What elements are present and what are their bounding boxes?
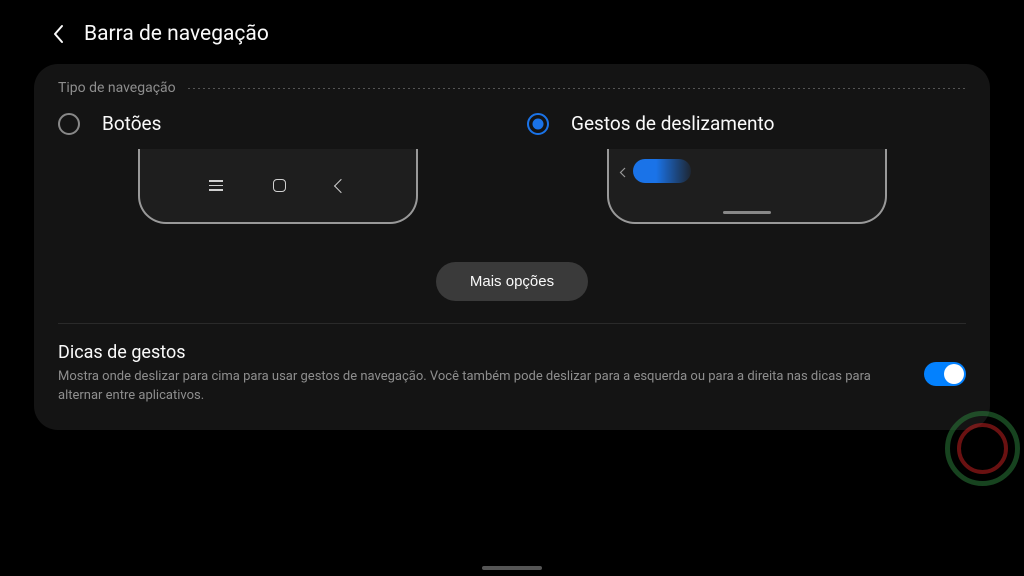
gesture-handle-icon bbox=[723, 211, 771, 214]
gesture-chevron-icon bbox=[619, 167, 626, 181]
nav-buttons-row bbox=[209, 179, 346, 192]
back-icon bbox=[334, 178, 348, 192]
more-options-button[interactable]: Mais opções bbox=[436, 262, 588, 301]
home-icon bbox=[273, 179, 286, 192]
gesture-hints-toggle[interactable] bbox=[924, 362, 966, 386]
back-button[interactable] bbox=[46, 22, 70, 46]
option-buttons: Botões bbox=[58, 112, 497, 224]
gesture-swipe-indicator bbox=[633, 159, 691, 183]
preview-gestures-holder bbox=[527, 149, 966, 224]
section-label: Tipo de navegação bbox=[58, 80, 176, 96]
header: Barra de navegação bbox=[30, 0, 994, 64]
preview-gestures bbox=[607, 149, 887, 224]
gesture-hints-title: Dicas de gestos bbox=[58, 342, 904, 363]
option-gestures-header[interactable]: Gestos de deslizamento bbox=[527, 112, 966, 135]
radio-gestures[interactable] bbox=[527, 113, 549, 135]
navigation-type-options: Botões bbox=[34, 112, 990, 244]
page-title: Barra de navegação bbox=[84, 22, 269, 46]
gesture-hints-text: Dicas de gestos Mostra onde deslizar par… bbox=[58, 342, 904, 406]
gesture-hints-row: Dicas de gestos Mostra onde deslizar par… bbox=[34, 324, 990, 430]
settings-panel: Tipo de navegação Botões bbox=[34, 64, 990, 430]
option-gestures: Gestos de deslizamento bbox=[527, 112, 966, 224]
chevron-left-icon bbox=[52, 24, 64, 44]
option-gestures-label: Gestos de deslizamento bbox=[571, 112, 774, 135]
gesture-hints-description: Mostra onde deslizar para cima para usar… bbox=[58, 368, 904, 406]
preview-buttons-holder bbox=[58, 149, 497, 224]
section-header: Tipo de navegação bbox=[34, 80, 990, 112]
bottom-handle-icon bbox=[482, 566, 542, 570]
option-buttons-label: Botões bbox=[102, 112, 161, 135]
option-buttons-header[interactable]: Botões bbox=[58, 112, 497, 135]
more-options-row: Mais opções bbox=[34, 244, 990, 323]
recents-icon bbox=[209, 180, 223, 191]
preview-buttons bbox=[138, 149, 418, 224]
radio-buttons[interactable] bbox=[58, 113, 80, 135]
divider-dotted bbox=[188, 88, 966, 89]
